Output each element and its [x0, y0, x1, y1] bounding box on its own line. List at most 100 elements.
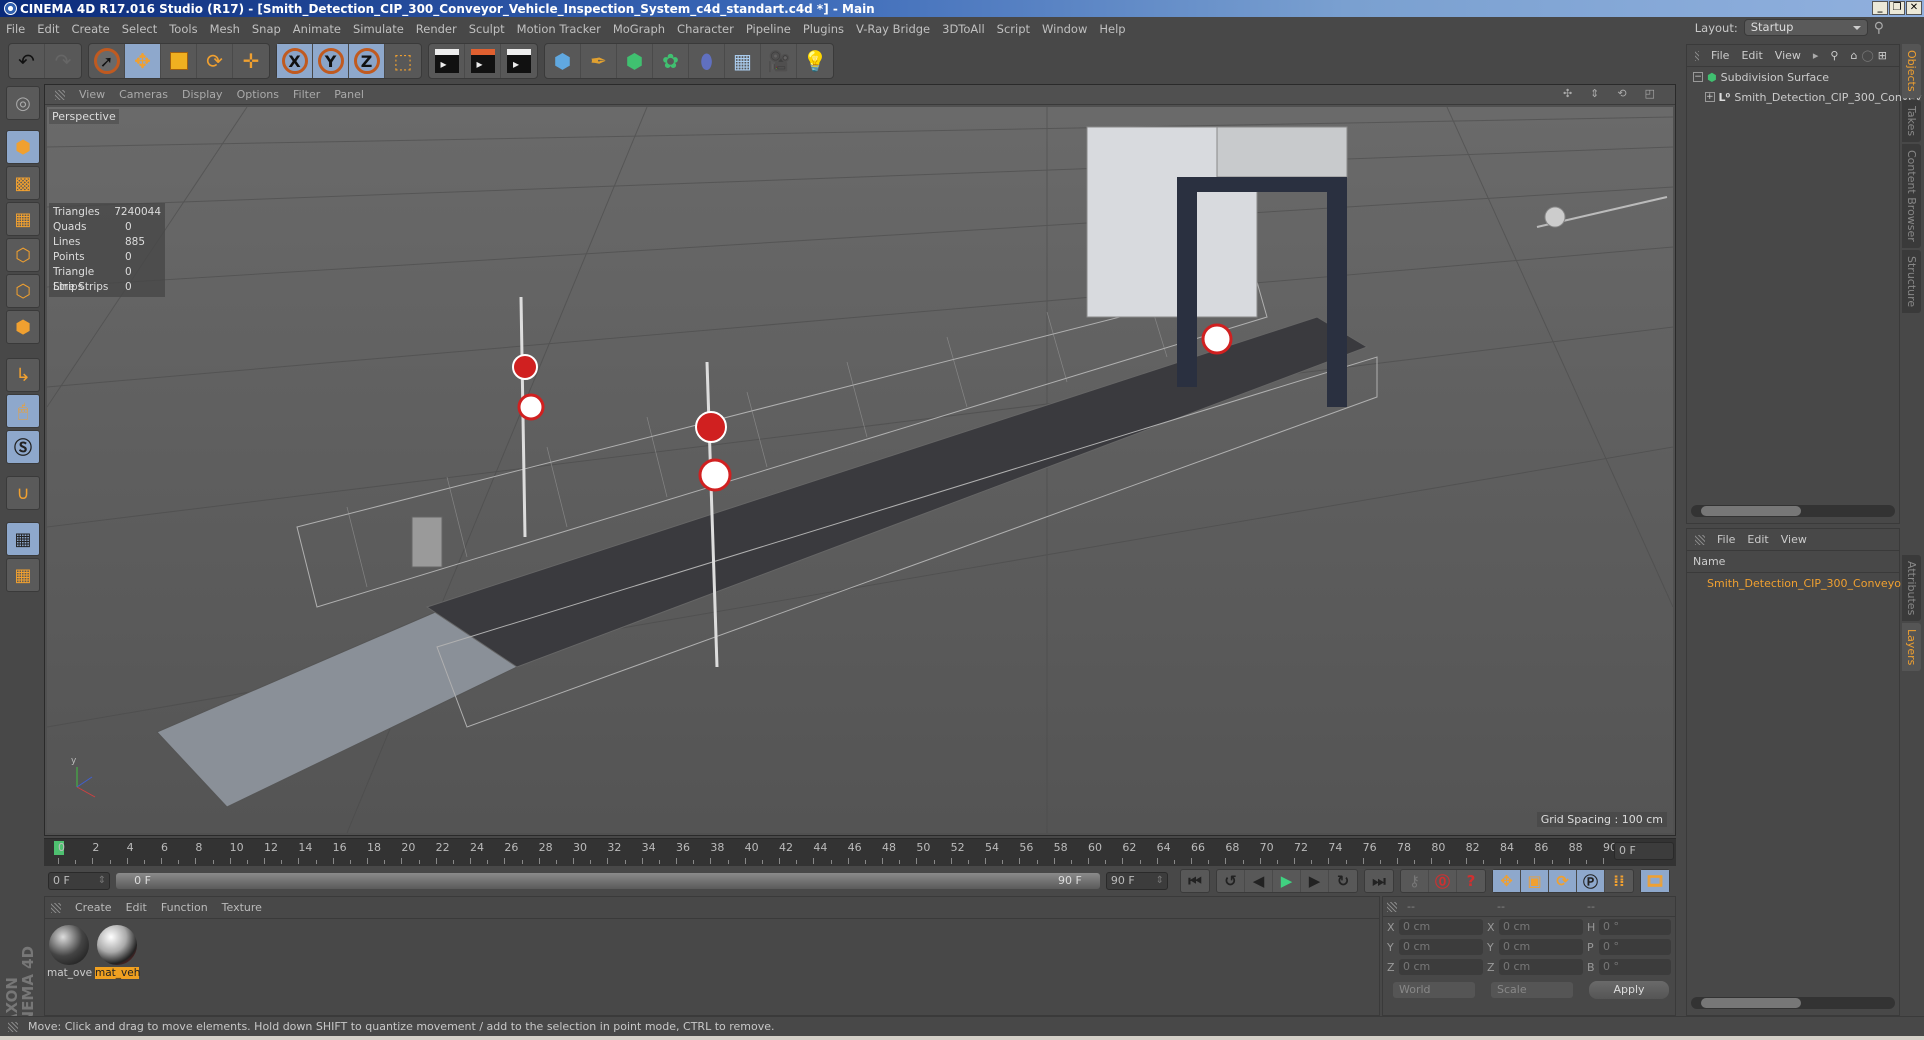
- object-horizontal-scrollbar[interactable]: [1691, 505, 1895, 517]
- workplane-mode-button[interactable]: ▦: [6, 202, 40, 236]
- z-axis-button[interactable]: Z: [349, 44, 385, 78]
- menu-vray-bridge[interactable]: V-Ray Bridge: [856, 22, 930, 36]
- tab-content-browser[interactable]: Content Browser: [1902, 143, 1921, 248]
- material-swatch[interactable]: mat_veh: [95, 923, 140, 983]
- live-selection-button[interactable]: ➚: [89, 44, 125, 78]
- menu-create[interactable]: Create: [72, 22, 110, 36]
- menu-snap[interactable]: Snap: [252, 22, 281, 36]
- panel-grip-icon[interactable]: [1695, 50, 1700, 61]
- render-picture-viewer-button[interactable]: [465, 44, 501, 78]
- eye-icon[interactable]: ◯: [1861, 49, 1873, 62]
- model-mode-button[interactable]: ⬢: [6, 130, 40, 164]
- tab-attributes[interactable]: Attributes: [1902, 554, 1921, 621]
- panel-grip-icon[interactable]: [1387, 901, 1397, 912]
- layers-menu-file[interactable]: File: [1717, 533, 1735, 546]
- size-z-field[interactable]: 0 cm: [1499, 959, 1583, 975]
- viewport-menu-display[interactable]: Display: [182, 88, 223, 101]
- coordinate-mode-dropdown[interactable]: World: [1393, 982, 1475, 998]
- viewport-menu-panel[interactable]: Panel: [334, 88, 364, 101]
- layers-menu-view[interactable]: View: [1781, 533, 1807, 546]
- render-view-button[interactable]: [429, 44, 465, 78]
- workplane-align-button[interactable]: ▦: [6, 558, 40, 592]
- minimize-button[interactable]: _: [1872, 1, 1888, 15]
- viewport-menu-view[interactable]: View: [79, 88, 105, 101]
- start-frame-field[interactable]: 0 F: [48, 872, 111, 890]
- collapse-icon[interactable]: −: [1693, 72, 1703, 82]
- light-button[interactable]: 💡: [797, 44, 833, 78]
- menu-select[interactable]: Select: [122, 22, 157, 36]
- position-x-field[interactable]: 0 cm: [1399, 919, 1483, 935]
- tab-takes[interactable]: Takes: [1902, 99, 1921, 142]
- next-frame-button[interactable]: ▶: [1301, 870, 1329, 892]
- cube-button[interactable]: ⬢: [545, 44, 581, 78]
- panel-grip-icon[interactable]: [55, 89, 65, 100]
- layer-horizontal-scrollbar[interactable]: [1691, 997, 1895, 1009]
- position-y-field[interactable]: 0 cm: [1399, 939, 1483, 955]
- menu-script[interactable]: Script: [997, 22, 1030, 36]
- search-icon[interactable]: ⚲: [1830, 49, 1838, 62]
- subdivision-surface-button[interactable]: ⬢: [617, 44, 653, 78]
- new-window-icon[interactable]: ⊞: [1878, 49, 1887, 62]
- material-menu-create[interactable]: Create: [75, 901, 112, 914]
- material-swatch[interactable]: mat_ove: [47, 923, 92, 983]
- polygons-mode-button[interactable]: ⬢: [6, 310, 40, 344]
- menu-render[interactable]: Render: [416, 22, 457, 36]
- key-pla-button[interactable]: ⁞⁞: [1605, 870, 1633, 892]
- autokey-button[interactable]: ⓪: [1429, 870, 1457, 892]
- y-axis-button[interactable]: Y: [313, 44, 349, 78]
- texture-mode-button[interactable]: ▩: [6, 166, 40, 200]
- menu-help[interactable]: Help: [1099, 22, 1125, 36]
- transform-mode-dropdown[interactable]: Scale: [1491, 982, 1573, 998]
- layers-menu-edit[interactable]: Edit: [1747, 533, 1768, 546]
- end-frame-field[interactable]: 90 F: [1105, 872, 1168, 890]
- timeline-window-button[interactable]: 🎞: [1640, 870, 1669, 892]
- prev-key-button[interactable]: ↺: [1217, 870, 1245, 892]
- goto-end-button[interactable]: ⏭: [1365, 870, 1393, 892]
- undo-button[interactable]: ↶: [9, 44, 45, 78]
- menu-motion-tracker[interactable]: Motion Tracker: [517, 22, 601, 36]
- menu-window[interactable]: Window: [1042, 22, 1087, 36]
- menu-sculpt[interactable]: Sculpt: [469, 22, 505, 36]
- scale-tool-button[interactable]: [161, 44, 197, 78]
- last-tool-button[interactable]: ✛: [233, 44, 269, 78]
- layout-dropdown[interactable]: Startup: [1743, 19, 1868, 36]
- render-settings-button[interactable]: [501, 44, 537, 78]
- make-editable-button[interactable]: ◎: [6, 86, 40, 120]
- prev-frame-button[interactable]: ◀: [1245, 870, 1273, 892]
- panel-grip-icon[interactable]: [51, 902, 61, 913]
- tab-layers[interactable]: Layers: [1902, 623, 1921, 672]
- orbit-view-icon[interactable]: ⟲: [1617, 87, 1626, 100]
- scrollbar-thumb[interactable]: [1701, 506, 1801, 516]
- key-scale-button[interactable]: ▣: [1520, 870, 1549, 892]
- keyframe-selection-button[interactable]: ?: [1457, 870, 1485, 892]
- pen-spline-button[interactable]: ✒: [581, 44, 617, 78]
- object-item[interactable]: + L⁰ Smith_Detection_CIP_300_Convey: [1687, 87, 1922, 107]
- more-arrow-icon[interactable]: ▸: [1813, 49, 1819, 62]
- menu-edit[interactable]: Edit: [37, 22, 59, 36]
- menu-simulate[interactable]: Simulate: [353, 22, 404, 36]
- cloner-button[interactable]: ✿: [653, 44, 689, 78]
- viewport-menu-filter[interactable]: Filter: [293, 88, 320, 101]
- redo-button[interactable]: ↷: [45, 44, 81, 78]
- deformer-button[interactable]: ⬮: [689, 44, 725, 78]
- key-position-button[interactable]: ✥: [1492, 870, 1521, 892]
- x-axis-button[interactable]: X: [277, 44, 313, 78]
- material-menu-function[interactable]: Function: [161, 901, 208, 914]
- floor-button[interactable]: ▦: [725, 44, 761, 78]
- viewport-menu-options[interactable]: Options: [237, 88, 279, 101]
- search-icon[interactable]: ⚲: [1874, 20, 1884, 36]
- move-tool-button[interactable]: ✥: [125, 44, 161, 78]
- close-button[interactable]: ✕: [1906, 1, 1922, 15]
- key-rotation-button[interactable]: ⟳: [1548, 870, 1577, 892]
- menu-3dtoall[interactable]: 3DToAll: [942, 22, 985, 36]
- timeline-ruler[interactable]: 0 2 4 6 8 10 12 14 16 18 20 22 24 26 28 30 32 34 36 38 40 42 4…: [44, 838, 1676, 866]
- play-button[interactable]: ▶: [1273, 870, 1301, 892]
- scrollbar-thumb[interactable]: [1701, 998, 1801, 1008]
- menu-character[interactable]: Character: [677, 22, 734, 36]
- position-z-field[interactable]: 0 cm: [1399, 959, 1483, 975]
- current-frame-field[interactable]: 0 F: [1614, 842, 1674, 860]
- menu-mograph[interactable]: MoGraph: [613, 22, 665, 36]
- frame-range-slider[interactable]: 0 F 90 F: [116, 873, 1100, 889]
- panel-grip-icon[interactable]: [1695, 534, 1705, 545]
- menu-mesh[interactable]: Mesh: [210, 22, 240, 36]
